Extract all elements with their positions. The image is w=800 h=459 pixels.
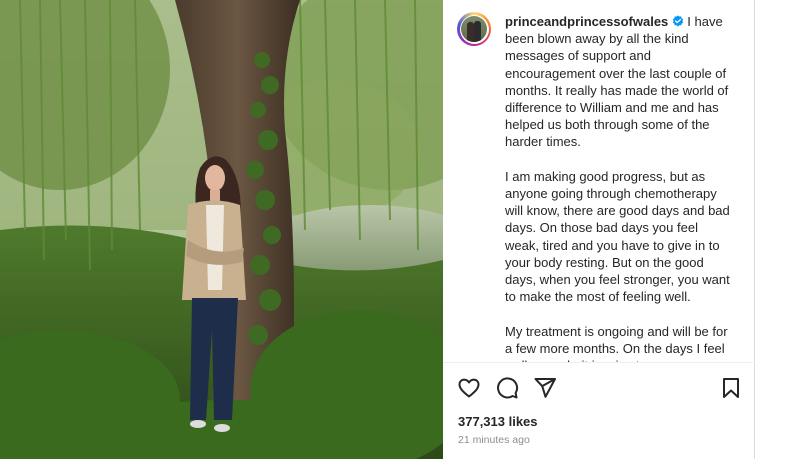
avatar[interactable] [457,12,491,46]
verified-badge-icon [673,15,684,27]
like-button[interactable] [457,376,481,400]
share-icon [534,378,556,398]
likes-count[interactable]: 377,313 likes [458,414,538,429]
bookmark-icon [723,378,739,398]
avatar-photo [461,16,487,42]
caption-area[interactable]: princeandprincessofwales I have been blow… [443,0,755,362]
heart-icon [458,378,480,398]
comment-button[interactable] [495,376,519,400]
action-bar: 377,313 likes 21 minutes ago [443,362,755,459]
comment-icon [497,377,519,399]
share-button[interactable] [533,376,557,400]
post-photo-illustration [0,0,443,459]
caption: princeandprincessofwales I have been blow… [505,13,731,362]
caption-body: I have been blown away by all the kind m… [505,14,730,362]
post-timestamp[interactable]: 21 minutes ago [458,434,530,446]
username-link[interactable]: princeandprincessofwales [505,14,668,29]
post-details-panel: princeandprincessofwales I have been blow… [443,0,755,459]
post-photo[interactable] [0,0,443,459]
save-button[interactable] [719,376,743,400]
